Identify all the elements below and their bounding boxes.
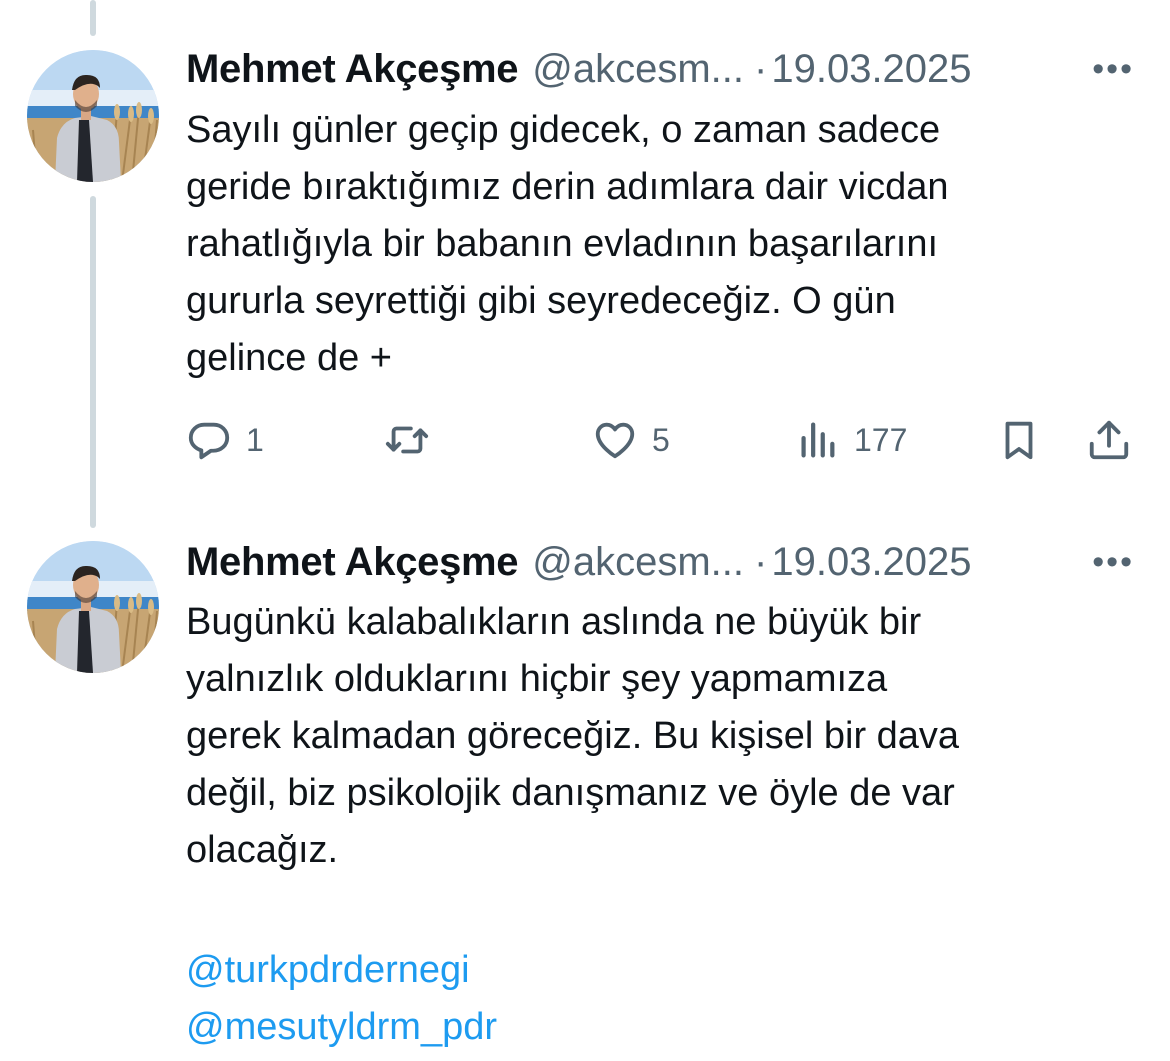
like-icon [595,422,635,459]
avatar-photo [27,541,159,673]
tweet-date[interactable]: 19.03.2025 [771,44,971,94]
like-button[interactable]: 5 [592,410,670,470]
reply-count: 1 [246,421,264,458]
like-count: 5 [652,421,670,458]
author-handle[interactable]: @akcesm... [532,537,744,587]
thread-connector [90,196,96,528]
views-button[interactable]: 177 [794,410,907,470]
avatar[interactable] [27,541,159,673]
reply-icon [188,422,230,460]
share-button[interactable] [1086,410,1132,470]
author-handle[interactable]: @akcesm... [532,44,744,94]
reply-button[interactable]: 1 [186,410,264,470]
mention-link[interactable]: @mesutyldrm_pdr [186,999,497,1056]
tweet-actions: 1 5 177 [186,410,1146,470]
tweet-date[interactable]: 19.03.2025 [771,537,971,587]
share-icon [1089,420,1129,460]
thread-connector-top [90,0,96,36]
view-count: 177 [854,421,908,458]
separator: · [754,47,768,91]
avatar-photo [27,50,159,182]
tweet-text: Bugünkü kalabalıkların aslında ne büyük … [186,601,960,871]
bookmark-button[interactable] [996,410,1042,470]
tweet-header: Mehmet Akçeşme @akcesm... · 19.03.2025 •… [186,44,1146,94]
views-icon [801,422,835,458]
avatar[interactable] [27,50,159,182]
retweet-icon [385,426,429,454]
bookmark-icon [1005,421,1033,460]
retweet-button[interactable] [384,410,430,470]
separator: · [754,540,768,584]
tweet-text: Sayılı günler geçip gidecek, o zaman sad… [186,109,949,379]
author-name[interactable]: Mehmet Akçeşme [186,537,519,587]
author-name[interactable]: Mehmet Akçeşme [186,44,519,94]
tweet-header: Mehmet Akçeşme @akcesm... · 19.03.2025 •… [186,537,1146,587]
mention-link[interactable]: @turkpdrdernegi [186,942,470,999]
more-options-icon[interactable]: ••• [1092,44,1134,94]
more-options-icon[interactable]: ••• [1092,537,1134,587]
